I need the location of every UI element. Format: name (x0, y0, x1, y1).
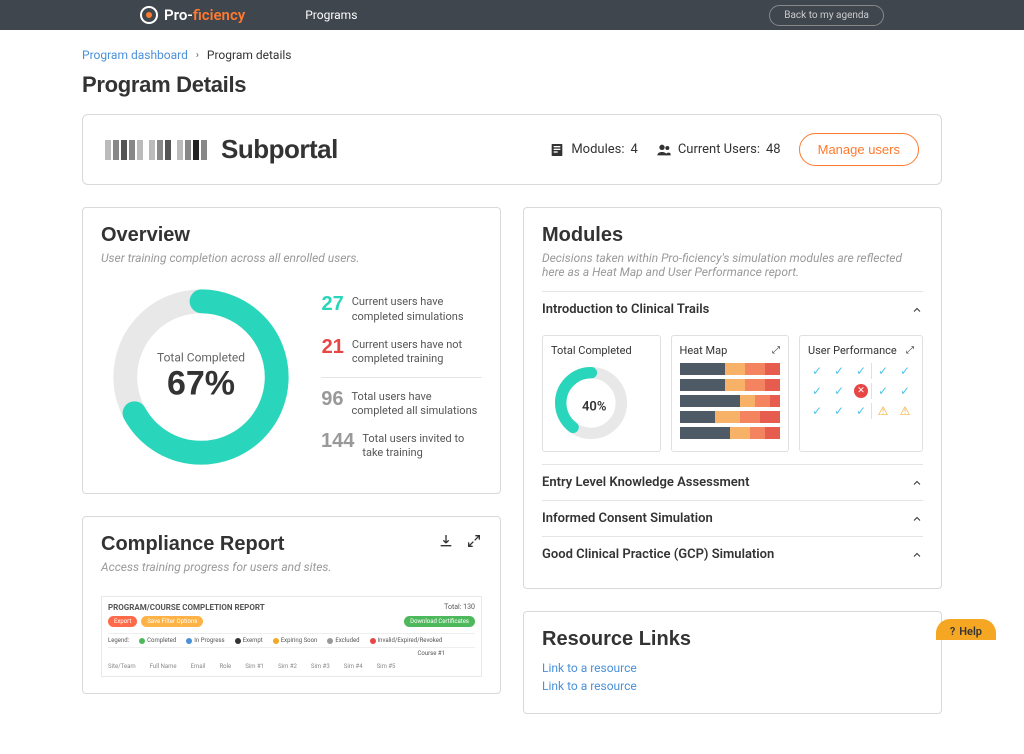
chevron-right-icon: › (196, 50, 199, 61)
modules-card: Modules Decisions taken within Pro-ficie… (523, 207, 942, 589)
legend-item: Excluded (327, 637, 359, 644)
metric-row: 96Total users have completed all simulat… (321, 382, 482, 425)
metric-row: 27Current users have completed simulatio… (321, 287, 482, 330)
table-col: Sim #5 (377, 663, 396, 670)
table-col: Sim #1 (245, 663, 264, 670)
breadcrumb-current: Program details (207, 48, 292, 62)
chevron-up-icon (911, 513, 923, 525)
compliance-desc: Access training progress for users and s… (101, 560, 332, 574)
table-col: Role (219, 663, 231, 670)
heatmap-row (680, 411, 781, 423)
perf-cell: ✓ (896, 383, 914, 399)
redacted-logo (105, 140, 207, 160)
overview-card: Overview User training completion across… (82, 207, 501, 494)
export-pill[interactable]: Export (108, 616, 137, 627)
modules-count: Modules: 4 (549, 142, 638, 158)
resources-card: Resource Links Link to a resourceLink to… (523, 611, 942, 714)
chevron-up-icon (911, 304, 923, 316)
breadcrumb-link[interactable]: Program dashboard (82, 48, 188, 62)
program-header-card: Subportal Modules: 4 Current Users: 48 M… (82, 114, 942, 185)
module-row[interactable]: Good Clinical Practice (GCP) Simulation (542, 536, 923, 572)
chevron-up-icon (911, 477, 923, 489)
expand-icon[interactable] (466, 533, 482, 549)
perf-cell: ✓ (830, 403, 848, 419)
download-cert-pill[interactable]: Download Certificates (404, 616, 475, 627)
breadcrumb: Program dashboard › Program details (82, 48, 942, 62)
brand-logo[interactable]: Pro-ficiency (140, 6, 245, 24)
perf-cell: ⚠ (896, 403, 914, 419)
perf-cell: ✓ (830, 363, 848, 379)
help-icon: ? (950, 625, 955, 638)
legend-item: Exempt (235, 637, 263, 644)
completion-donut: Total Completed 67% (101, 277, 301, 477)
module-row-intro[interactable]: Introduction to Clinical Trails (542, 291, 923, 327)
perf-cell: ✓ (808, 403, 826, 419)
perf-cell: ✓ (852, 403, 870, 419)
modules-desc: Decisions taken within Pro-ficiency's si… (542, 251, 923, 279)
expand-icon[interactable]: ⤢ (772, 345, 780, 356)
compliance-card: Compliance Report Access training progre… (82, 516, 501, 694)
perf-cell: ✓ (874, 383, 892, 399)
table-col: Site/Team (108, 663, 136, 670)
table-col: Sim #4 (344, 663, 363, 670)
expand-icon[interactable]: ⤢ (906, 345, 914, 356)
users-icon (656, 142, 672, 158)
help-button[interactable]: ? Help (936, 619, 996, 640)
perf-cell: ✕ (852, 383, 870, 399)
nav-programs[interactable]: Programs (305, 8, 357, 22)
heatmap-row (680, 363, 781, 375)
perf-cell: ⚠ (874, 403, 892, 419)
heatmap-row (680, 379, 781, 391)
metric-row: 144Total users invited to take training (321, 424, 482, 467)
chevron-up-icon (911, 549, 923, 561)
subportal-title: Subportal (221, 134, 338, 165)
module-row[interactable]: Entry Level Knowledge Assessment (542, 464, 923, 500)
metric-row: 21Current users have not completed train… (321, 330, 482, 373)
legend-item: In Progress (186, 637, 224, 644)
manage-users-button[interactable]: Manage users (799, 133, 919, 166)
overview-desc: User training completion across all enro… (101, 251, 482, 265)
modules-title: Modules (542, 224, 923, 247)
table-col: Sim #3 (311, 663, 330, 670)
table-col: Full Name (150, 663, 177, 670)
table-col: Email (191, 663, 206, 670)
perf-cell: ✓ (852, 363, 870, 379)
user-performance-mini: User Performance⤢ ✓✓✓✓✓✓✓✕✓✓✓✓✓⚠⚠ (799, 335, 923, 452)
report-preview: PROGRAM/COURSE COMPLETION REPORT Total: … (101, 596, 482, 677)
total-completed-mini: Total Completed 40% (542, 335, 661, 452)
download-icon[interactable] (438, 533, 454, 549)
compliance-title: Compliance Report (101, 533, 332, 556)
legend-item: Expiring Soon (273, 637, 318, 644)
resource-link[interactable]: Link to a resource (542, 679, 923, 693)
resource-link[interactable]: Link to a resource (542, 661, 923, 675)
table-col: Sim #2 (278, 663, 297, 670)
module-row[interactable]: Informed Consent Simulation (542, 500, 923, 536)
brand-icon (140, 6, 158, 24)
perf-cell: ✓ (808, 363, 826, 379)
heatmap-row (680, 395, 781, 407)
perf-cell: ✓ (874, 363, 892, 379)
heatmap-row (680, 427, 781, 439)
legend-item: Invalid/Expired/Revoked (370, 637, 443, 644)
modules-icon (549, 142, 565, 158)
perf-cell: ✓ (896, 363, 914, 379)
brand-text: Pro-ficiency (164, 6, 245, 24)
heatmap-mini: Heat Map⤢ (671, 335, 790, 452)
overview-title: Overview (101, 224, 482, 247)
back-to-agenda-button[interactable]: Back to my agenda (769, 5, 884, 26)
perf-cell: ✓ (808, 383, 826, 399)
filter-pill[interactable]: Save Filter Options (141, 616, 203, 627)
users-count: Current Users: 48 (656, 142, 781, 158)
perf-cell: ✓ (830, 383, 848, 399)
legend-item: Completed (139, 637, 176, 644)
page-title: Program Details (82, 72, 942, 98)
